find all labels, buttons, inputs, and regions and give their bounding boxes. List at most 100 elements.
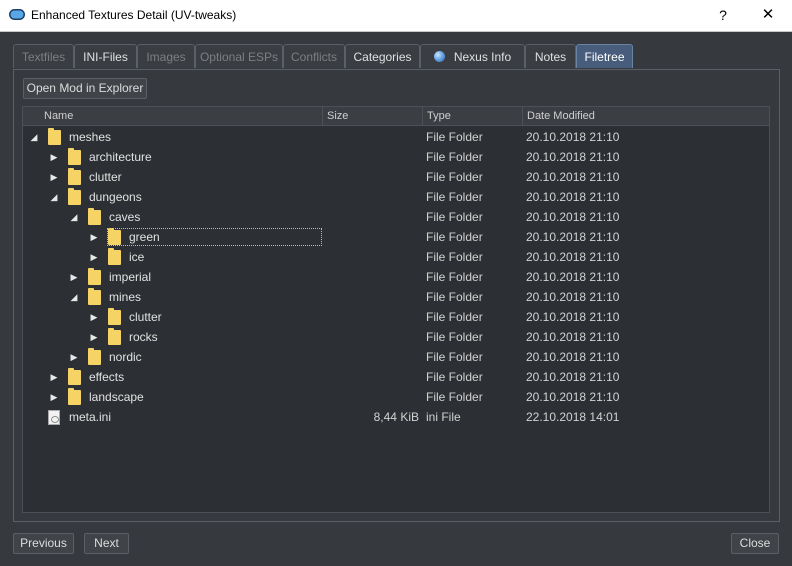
column-header-size[interactable]: Size	[323, 107, 423, 125]
tree-item-date: 20.10.2018 21:10	[526, 190, 620, 204]
folder-icon	[88, 268, 101, 285]
tab-conflicts[interactable]: Conflicts	[283, 44, 345, 68]
tree-item-type: File Folder	[426, 310, 483, 324]
folder-icon	[48, 128, 61, 145]
tree-item-size	[323, 347, 419, 367]
tree-item-type: File Folder	[426, 150, 483, 164]
next-button[interactable]: Next	[84, 533, 129, 554]
folder-icon	[108, 248, 121, 265]
tab-label: Nexus Info	[453, 50, 512, 64]
tree-row-folder[interactable]: ▶ landscape File Folder 20.10.2018 21:10	[23, 387, 769, 407]
tree-row-folder[interactable]: ▶ effects File Folder 20.10.2018 21:10	[23, 367, 769, 387]
tab-filetree[interactable]: Filetree	[576, 44, 633, 68]
tree-item-name: architecture	[89, 150, 152, 164]
folder-icon	[68, 168, 81, 185]
tab-notes[interactable]: Notes	[525, 44, 576, 68]
collapsed-arrow-icon[interactable]: ▶	[88, 327, 100, 347]
tree-row-folder[interactable]: ◢ mines File Folder 20.10.2018 21:10	[23, 287, 769, 307]
collapsed-arrow-icon[interactable]: ▶	[88, 247, 100, 267]
folder-icon	[88, 348, 101, 365]
tree-item-size	[323, 287, 419, 307]
tree-item-size	[323, 207, 419, 227]
window-close-button[interactable]: ✕	[754, 4, 782, 26]
close-button[interactable]: Close	[731, 533, 779, 554]
tree-item-size	[323, 327, 419, 347]
expanded-arrow-icon[interactable]: ◢	[28, 127, 40, 147]
expanded-arrow-icon[interactable]: ◢	[68, 287, 80, 307]
column-header-name[interactable]: Name	[23, 107, 323, 125]
collapsed-arrow-icon[interactable]: ▶	[68, 347, 80, 367]
folder-icon	[108, 308, 121, 325]
tab-optional-esps[interactable]: Optional ESPs	[195, 44, 283, 68]
tree-item-name: rocks	[129, 330, 158, 344]
tree-row-folder[interactable]: ▶ nordic File Folder 20.10.2018 21:10	[23, 347, 769, 367]
tree-row-folder[interactable]: ◢ caves File Folder 20.10.2018 21:10	[23, 207, 769, 227]
tab-ini-files[interactable]: INI-Files	[74, 44, 137, 68]
folder-icon	[88, 288, 101, 305]
collapsed-arrow-icon[interactable]: ▶	[48, 387, 60, 407]
tab-label: Notes	[534, 50, 567, 64]
ini-file-icon	[48, 410, 60, 425]
expanded-arrow-icon[interactable]: ◢	[68, 207, 80, 227]
collapsed-arrow-icon[interactable]: ▶	[48, 167, 60, 187]
column-header-type[interactable]: Type	[423, 107, 523, 125]
tree-item-date: 20.10.2018 21:10	[526, 150, 620, 164]
tree-row-folder[interactable]: ▶ ice File Folder 20.10.2018 21:10	[23, 247, 769, 267]
tree-item-size: 8,44 KiB	[373, 410, 419, 424]
tree-item-name: landscape	[89, 390, 144, 404]
tree-item-size	[323, 387, 419, 407]
help-button[interactable]: ?	[710, 4, 736, 26]
globe-icon	[433, 51, 445, 62]
tab-nexus-info[interactable]: Nexus Info	[420, 44, 525, 68]
tree-row-folder[interactable]: ▶ clutter File Folder 20.10.2018 21:10	[23, 307, 769, 327]
collapsed-arrow-icon[interactable]: ▶	[48, 147, 60, 167]
folder-icon	[68, 368, 81, 385]
tree-header: Name Size Type Date Modified	[23, 107, 769, 126]
tree-item-date: 20.10.2018 21:10	[526, 250, 620, 264]
tree-item-name: nordic	[109, 350, 142, 364]
tree-row-file[interactable]: meta.ini 8,44 KiB ini File 22.10.2018 14:01	[23, 407, 769, 427]
tree-item-type: File Folder	[426, 290, 483, 304]
tree-item-size	[323, 127, 419, 147]
title-bar: Enhanced Textures Detail (UV-tweaks) ? ✕	[0, 0, 792, 32]
collapsed-arrow-icon[interactable]: ▶	[88, 227, 100, 247]
tree-row-folder[interactable]: ▶ rocks File Folder 20.10.2018 21:10	[23, 327, 769, 347]
tree-item-date: 20.10.2018 21:10	[526, 330, 620, 344]
collapsed-arrow-icon[interactable]: ▶	[88, 307, 100, 327]
tree-row-folder[interactable]: ◢ meshes File Folder 20.10.2018 21:10	[23, 127, 769, 147]
tree-row-folder[interactable]: ▶ clutter File Folder 20.10.2018 21:10	[23, 167, 769, 187]
tab-images[interactable]: Images	[137, 44, 195, 68]
tree-item-date: 20.10.2018 21:10	[526, 170, 620, 184]
tree-item-name: mines	[109, 290, 142, 304]
folder-icon	[68, 188, 81, 205]
tree-row-folder[interactable]: ◢ dungeons File Folder 20.10.2018 21:10	[23, 187, 769, 207]
tree-item-size	[323, 187, 419, 207]
tree-item-type: File Folder	[426, 330, 483, 344]
tree-item-name: meshes	[69, 130, 112, 144]
tree-item-type: File Folder	[426, 190, 483, 204]
tab-label: Conflicts	[290, 50, 337, 64]
collapsed-arrow-icon[interactable]: ▶	[48, 367, 60, 387]
tree-item-name: meta.ini	[69, 410, 112, 424]
tree-item-type: File Folder	[426, 130, 483, 144]
expanded-arrow-icon[interactable]: ◢	[48, 187, 60, 207]
tree-item-size	[323, 367, 419, 387]
tree-item-name: clutter	[89, 170, 122, 184]
tree-item-date: 20.10.2018 21:10	[526, 310, 620, 324]
tree-item-type: File Folder	[426, 350, 483, 364]
tree-item-date: 20.10.2018 21:10	[526, 130, 620, 144]
folder-icon	[68, 388, 81, 405]
column-header-date-modified[interactable]: Date Modified	[523, 107, 769, 125]
tab-textfiles[interactable]: Textfiles	[13, 44, 74, 68]
tab-categories[interactable]: Categories	[345, 44, 420, 68]
tree-row-folder[interactable]: ▶ architecture File Folder 20.10.2018 21:10	[23, 147, 769, 167]
previous-button[interactable]: Previous	[13, 533, 74, 554]
tree-row-folder[interactable]: ▶ imperial File Folder 20.10.2018 21:10	[23, 267, 769, 287]
tree-item-date: 20.10.2018 21:10	[526, 210, 620, 224]
collapsed-arrow-icon[interactable]: ▶	[68, 267, 80, 287]
tree-item-size	[323, 267, 419, 287]
open-in-explorer-button[interactable]: Open Mod in Explorer	[23, 78, 147, 99]
file-tree[interactable]: Name Size Type Date Modified ◢ meshes File…	[22, 106, 770, 513]
tab-label: Categories	[353, 50, 412, 64]
tree-row-folder[interactable]: ▶ green File Folder 20.10.2018 21:10	[23, 227, 769, 247]
